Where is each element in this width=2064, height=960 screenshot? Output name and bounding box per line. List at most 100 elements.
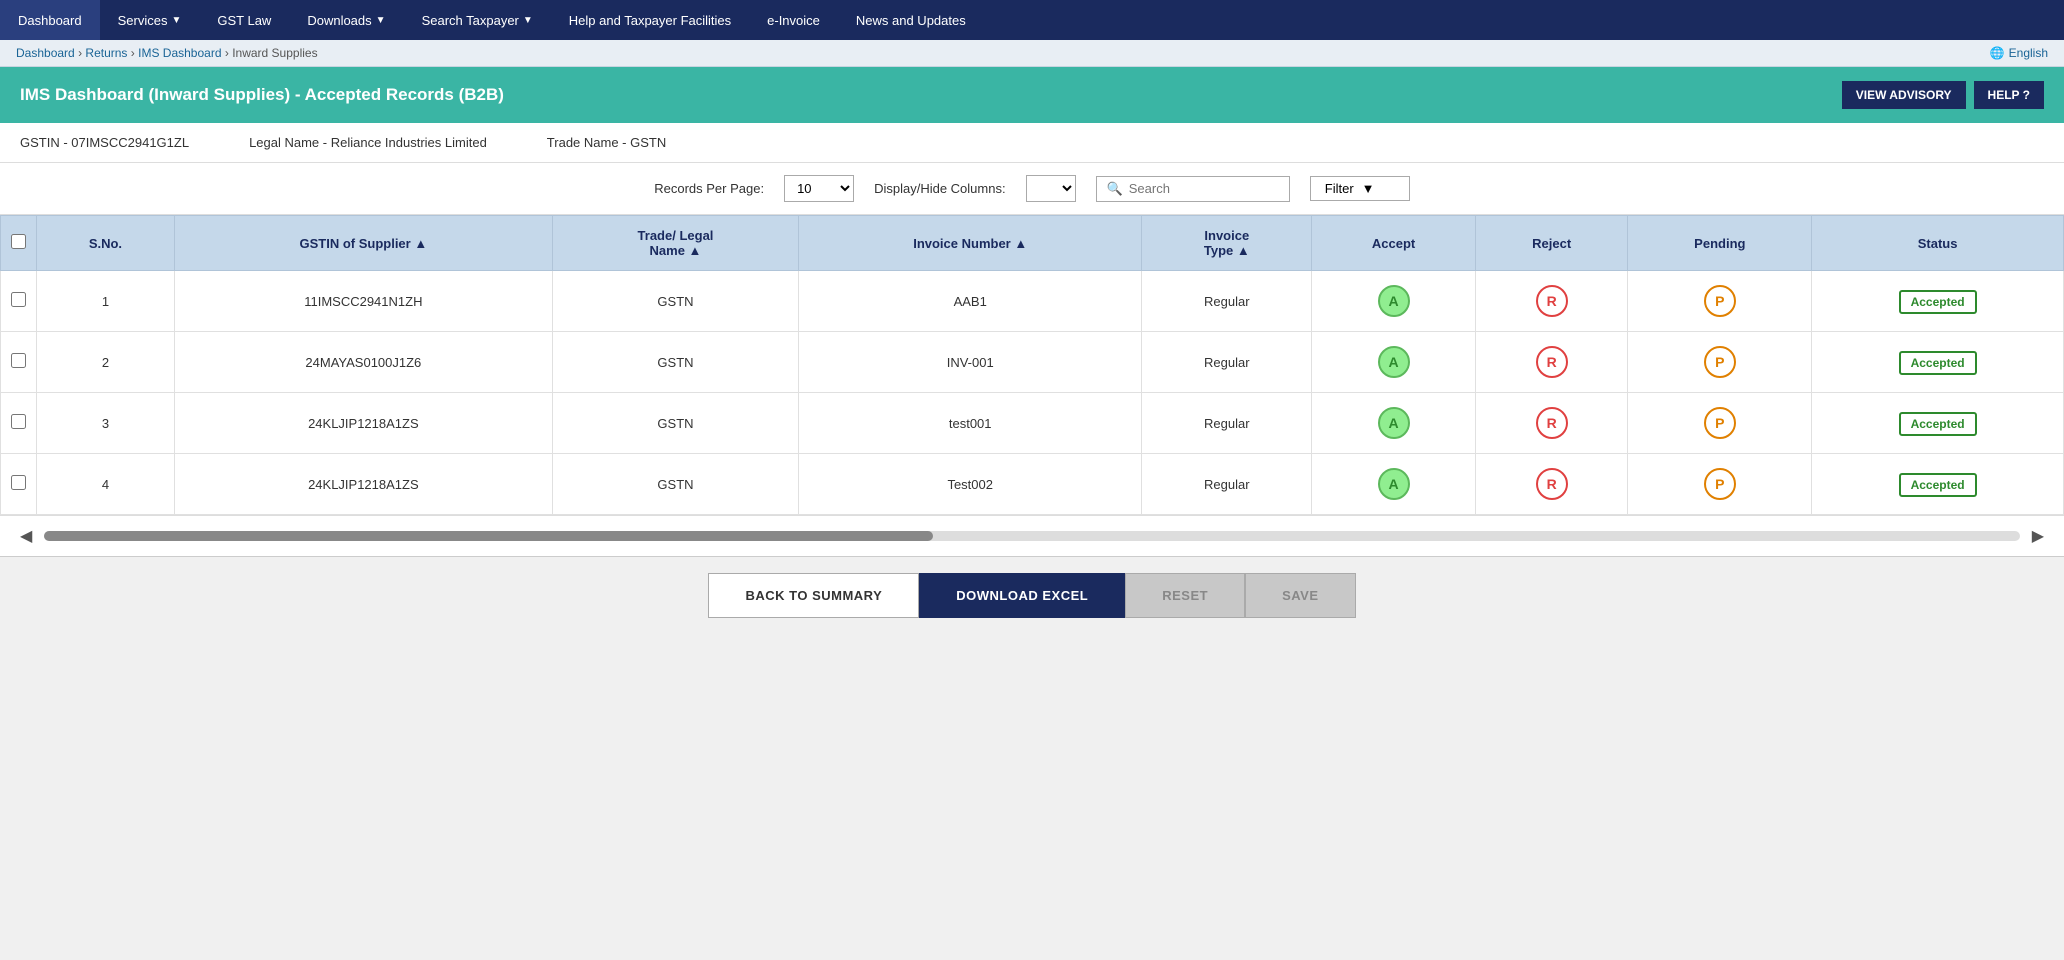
table-row: 2 24MAYAS0100J1Z6 GSTN INV-001 Regular A… xyxy=(1,332,2064,393)
row-pending-cell: P xyxy=(1628,454,1812,515)
records-per-page-label: Records Per Page: xyxy=(654,181,764,196)
row-reject-cell: R xyxy=(1475,454,1628,515)
header-buttons: VIEW ADVISORY HELP ? xyxy=(1842,81,2044,109)
row-gstin: 24MAYAS0100J1Z6 xyxy=(174,332,552,393)
header-reject: Reject xyxy=(1475,216,1628,271)
nav-e-invoice[interactable]: e-Invoice xyxy=(749,0,838,40)
legal-name-value: Reliance Industries Limited xyxy=(331,135,487,150)
nav-downloads[interactable]: Downloads ▼ xyxy=(289,0,403,40)
controls-bar: Records Per Page: 10 25 50 100 Display/H… xyxy=(0,163,2064,215)
row-invoice-type: Regular xyxy=(1142,271,1312,332)
pending-button-2[interactable]: P xyxy=(1704,346,1736,378)
breadcrumb-bar: Dashboard › Returns › IMS Dashboard › In… xyxy=(0,40,2064,67)
status-badge-1: Accepted xyxy=(1899,290,1977,314)
save-button[interactable]: SAVE xyxy=(1245,573,1355,618)
row-accept-cell: A xyxy=(1312,332,1476,393)
view-advisory-button[interactable]: VIEW ADVISORY xyxy=(1842,81,1966,109)
main-content: IMS Dashboard (Inward Supplies) - Accept… xyxy=(0,67,2064,634)
accept-button-3[interactable]: A xyxy=(1378,407,1410,439)
header-invoice-number[interactable]: Invoice Number ▲ xyxy=(799,216,1142,271)
breadcrumb-current: Inward Supplies xyxy=(232,46,317,60)
row-trade-legal: GSTN xyxy=(552,454,798,515)
row-reject-cell: R xyxy=(1475,271,1628,332)
row-checkbox-2[interactable] xyxy=(11,353,26,368)
help-button[interactable]: HELP ? xyxy=(1974,81,2044,109)
breadcrumb-ims-dashboard[interactable]: IMS Dashboard xyxy=(138,46,221,60)
nav-news[interactable]: News and Updates xyxy=(838,0,984,40)
nav-help[interactable]: Help and Taxpayer Facilities xyxy=(551,0,749,40)
row-trade-legal: GSTN xyxy=(552,271,798,332)
row-reject-cell: R xyxy=(1475,332,1628,393)
header-status: Status xyxy=(1812,216,2064,271)
gstin-label: GSTIN - xyxy=(20,135,71,150)
back-to-summary-button[interactable]: BACK TO SUMMARY xyxy=(708,573,919,618)
records-per-page-select[interactable]: 10 25 50 100 xyxy=(784,175,854,202)
gstin-info: GSTIN - 07IMSCC2941G1ZL xyxy=(20,135,189,150)
header-accept: Accept xyxy=(1312,216,1476,271)
header-pending: Pending xyxy=(1628,216,1812,271)
select-all-checkbox[interactable] xyxy=(11,234,26,249)
services-dropdown-arrow: ▼ xyxy=(171,15,181,26)
page-title: IMS Dashboard (Inward Supplies) - Accept… xyxy=(20,85,504,105)
breadcrumb: Dashboard › Returns › IMS Dashboard › In… xyxy=(16,46,318,60)
scroll-right-arrow[interactable]: ▶ xyxy=(2026,524,2050,548)
gstin-value: 07IMSCC2941G1ZL xyxy=(71,135,189,150)
row-checkbox-4[interactable] xyxy=(11,475,26,490)
display-hide-select[interactable] xyxy=(1026,175,1076,202)
row-checkbox-1[interactable] xyxy=(11,292,26,307)
breadcrumb-dashboard[interactable]: Dashboard xyxy=(16,46,75,60)
accept-button-4[interactable]: A xyxy=(1378,468,1410,500)
row-sno: 2 xyxy=(37,332,175,393)
nav-dashboard[interactable]: Dashboard xyxy=(0,0,100,40)
row-checkbox-cell xyxy=(1,393,37,454)
reject-button-1[interactable]: R xyxy=(1536,285,1568,317)
reject-button-4[interactable]: R xyxy=(1536,468,1568,500)
nav-search-taxpayer[interactable]: Search Taxpayer ▼ xyxy=(404,0,551,40)
row-status-cell: Accepted xyxy=(1812,271,2064,332)
header-trade-legal[interactable]: Trade/ LegalName ▲ xyxy=(552,216,798,271)
row-checkbox-cell xyxy=(1,454,37,515)
language-selector[interactable]: 🌐 English xyxy=(1990,46,2048,60)
legal-name-label: Legal Name - xyxy=(249,135,331,150)
row-invoice-type: Regular xyxy=(1142,332,1312,393)
row-accept-cell: A xyxy=(1312,271,1476,332)
filter-label: Filter xyxy=(1325,181,1354,196)
row-pending-cell: P xyxy=(1628,393,1812,454)
pending-button-1[interactable]: P xyxy=(1704,285,1736,317)
row-pending-cell: P xyxy=(1628,332,1812,393)
row-sno: 1 xyxy=(37,271,175,332)
search-icon: 🔍 xyxy=(1107,181,1123,197)
search-box: 🔍 xyxy=(1096,176,1290,202)
records-table: S.No. GSTIN of Supplier ▲ Trade/ LegalNa… xyxy=(0,215,2064,515)
status-badge-3: Accepted xyxy=(1899,412,1977,436)
table-header-row: S.No. GSTIN of Supplier ▲ Trade/ LegalNa… xyxy=(1,216,2064,271)
pending-button-4[interactable]: P xyxy=(1704,468,1736,500)
download-excel-button[interactable]: DOWNLOAD EXCEL xyxy=(919,573,1125,618)
pending-button-3[interactable]: P xyxy=(1704,407,1736,439)
search-input[interactable] xyxy=(1129,181,1279,196)
accept-button-1[interactable]: A xyxy=(1378,285,1410,317)
globe-icon: 🌐 xyxy=(1990,46,2005,60)
reject-button-2[interactable]: R xyxy=(1536,346,1568,378)
breadcrumb-returns[interactable]: Returns xyxy=(85,46,127,60)
row-trade-legal: GSTN xyxy=(552,332,798,393)
row-checkbox-3[interactable] xyxy=(11,414,26,429)
row-checkbox-cell xyxy=(1,332,37,393)
row-pending-cell: P xyxy=(1628,271,1812,332)
scroll-left-arrow[interactable]: ◀ xyxy=(14,524,38,548)
trade-name-label: Trade Name - xyxy=(547,135,630,150)
legal-name-info: Legal Name - Reliance Industries Limited xyxy=(249,135,487,150)
header-gstin[interactable]: GSTIN of Supplier ▲ xyxy=(174,216,552,271)
scrollbar-track[interactable] xyxy=(44,531,2019,541)
reject-button-3[interactable]: R xyxy=(1536,407,1568,439)
accept-button-2[interactable]: A xyxy=(1378,346,1410,378)
row-accept-cell: A xyxy=(1312,454,1476,515)
nav-gst-law[interactable]: GST Law xyxy=(199,0,289,40)
row-checkbox-cell xyxy=(1,271,37,332)
nav-services[interactable]: Services ▼ xyxy=(100,0,200,40)
header-invoice-type[interactable]: InvoiceType ▲ xyxy=(1142,216,1312,271)
trade-name-value: GSTN xyxy=(630,135,666,150)
reset-button[interactable]: RESET xyxy=(1125,573,1245,618)
filter-box[interactable]: Filter ▼ xyxy=(1310,176,1410,201)
row-invoice-type: Regular xyxy=(1142,454,1312,515)
